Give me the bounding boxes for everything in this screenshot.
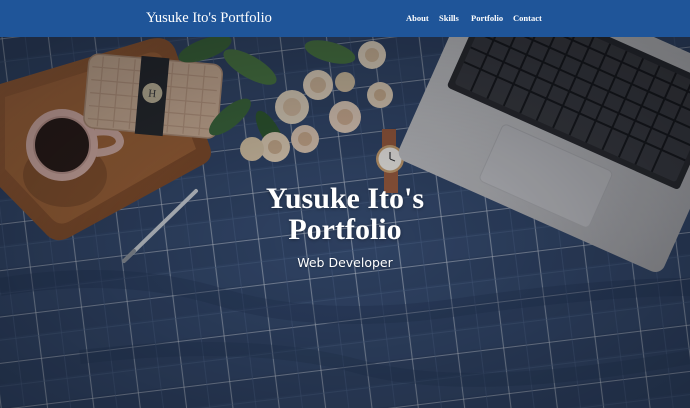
nav-link-portfolio[interactable]: Portfolio [471,12,503,24]
hero-title-line1: Yusuke Ito's [265,182,425,215]
nav-link-contact[interactable]: Contact [513,12,542,24]
nav-link-about[interactable]: About [406,12,429,24]
hero-section: H [0,37,690,408]
nav-link-skills[interactable]: Skills [439,12,459,24]
hero-title-line2: Portfolio [288,213,402,246]
hero-subtitle: Web Developer [297,255,393,270]
navbar: Yusuke Ito's Portfolio About Skills Port… [0,0,690,37]
hero-title: Yusuke Ito's Portfolio [0,183,690,245]
nav-links: About Skills Portfolio Contact [0,12,690,26]
